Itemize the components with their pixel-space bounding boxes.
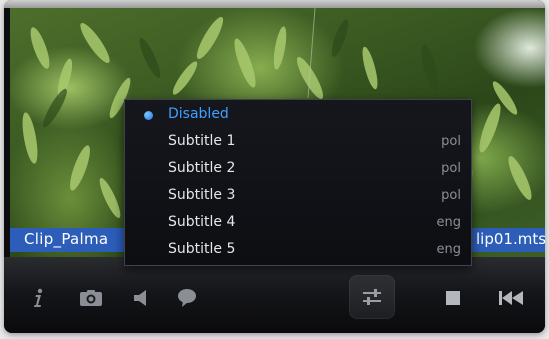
skip-back-icon — [499, 291, 523, 305]
stop-button[interactable] — [442, 287, 464, 309]
volume-button[interactable] — [130, 287, 152, 309]
selected-bullet-icon — [144, 111, 153, 120]
info-icon — [34, 288, 43, 307]
subtitle-menu: Disabled Subtitle 1 pol Subtitle 2 pol S… — [124, 99, 472, 266]
filename-text-left: Clip_Palma — [24, 230, 109, 248]
subtitle-menu-item-4[interactable]: Subtitle 4 eng — [125, 209, 471, 236]
subtitles-button[interactable] — [176, 287, 198, 309]
equalizer-sliders-icon — [363, 289, 381, 305]
subtitle-language-code: eng — [436, 215, 462, 230]
subtitle-menu-item-label: Subtitle 5 — [168, 241, 236, 257]
subtitle-language-code: eng — [436, 242, 462, 257]
filename-text-right: lip01.mts — [476, 230, 545, 248]
subtitle-language-code: pol — [441, 134, 461, 149]
snapshot-button[interactable] — [78, 287, 104, 309]
subtitle-menu-item-label: Disabled — [168, 106, 229, 122]
subtitle-menu-item-5[interactable]: Subtitle 5 eng — [125, 236, 471, 263]
subtitle-menu-item-label: Subtitle 4 — [168, 214, 236, 230]
speech-bubble-icon — [178, 289, 196, 307]
info-button[interactable] — [27, 287, 49, 309]
subtitle-language-code: pol — [441, 161, 461, 176]
subtitle-menu-item-2[interactable]: Subtitle 2 pol — [125, 155, 471, 182]
previous-button[interactable] — [497, 287, 525, 309]
stop-icon — [446, 291, 460, 305]
camera-icon — [80, 290, 102, 306]
subtitle-menu-item-label: Subtitle 2 — [168, 160, 236, 176]
subtitle-menu-item-label: Subtitle 3 — [168, 187, 236, 203]
subtitle-menu-item-3[interactable]: Subtitle 3 pol — [125, 182, 471, 209]
window-top-frame — [4, 0, 545, 8]
settings-button[interactable] — [349, 275, 395, 319]
subtitle-menu-item-1[interactable]: Subtitle 1 pol — [125, 128, 471, 155]
speaker-icon — [134, 290, 146, 306]
subtitle-language-code: pol — [441, 188, 461, 203]
subtitle-menu-item-label: Subtitle 1 — [168, 133, 236, 149]
subtitle-menu-item-disabled[interactable]: Disabled — [125, 101, 471, 128]
